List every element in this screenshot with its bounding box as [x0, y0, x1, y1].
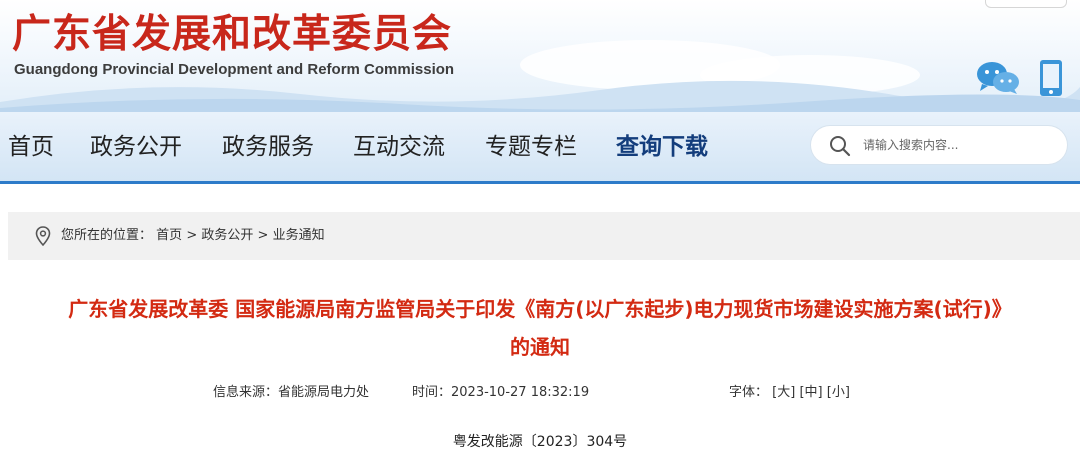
top-utility-button[interactable]	[985, 0, 1067, 8]
article-source: 信息来源：省能源局电力处	[213, 383, 369, 403]
main-nav: 首页 政务公开 政务服务 互动交流 专题专栏 查询下载	[0, 112, 1080, 184]
nav-item-interaction[interactable]: 互动交流	[353, 131, 445, 163]
site-logo-en: Guangdong Provincial Development and Ref…	[14, 61, 455, 78]
breadcrumb-home[interactable]: 首页	[156, 228, 182, 243]
article-title-line: 广东省发展改革委 国家能源局南方监管局关于印发《南方(以广东起步)电力现货市场建…	[68, 297, 1012, 321]
nav-item-special-topics[interactable]: 专题专栏	[485, 131, 577, 163]
wechat-icon[interactable]	[976, 60, 1020, 96]
breadcrumb-business-notice[interactable]: 业务通知	[273, 228, 325, 243]
nav-item-home[interactable]: 首页	[8, 131, 54, 163]
search-icon[interactable]	[829, 135, 851, 157]
search-input[interactable]	[863, 132, 1053, 158]
breadcrumb-government-affairs-open[interactable]: 政务公开	[201, 228, 253, 243]
site-header: 广东省发展和改革委员会 Guangdong Provincial Develop…	[0, 0, 1080, 112]
time-label: 时间：	[412, 385, 452, 400]
font-size-large-button[interactable]: [大]	[772, 385, 795, 400]
nav-item-government-affairs-open[interactable]: 政务公开	[90, 131, 182, 163]
article-title-line: 的通知	[510, 335, 570, 359]
time-value: 2023-10-27 18:32:19	[451, 385, 590, 400]
breadcrumb-prefix: 您所在的位置：	[61, 228, 153, 243]
document-number: 粤发改能源〔2023〕304号	[452, 434, 628, 450]
font-size-label: 字体：	[729, 385, 769, 400]
font-size-controls: 字体： [大] [中] [小]	[729, 383, 850, 403]
breadcrumb-separator: >	[186, 228, 198, 243]
article-title: 广东省发展改革委 国家能源局南方监管局关于印发《南方(以广东起步)电力现货市场建…	[0, 290, 1080, 366]
article-time: 时间：2023-10-27 18:32:19	[412, 383, 589, 403]
breadcrumb-separator: >	[257, 228, 269, 243]
font-size-small-button[interactable]: [小]	[827, 385, 850, 400]
nav-item-government-services[interactable]: 政务服务	[222, 131, 314, 163]
mobile-icon[interactable]	[1039, 59, 1063, 97]
breadcrumb: 您所在的位置： 首页 > 政务公开 > 业务通知	[8, 212, 1080, 260]
font-size-medium-button[interactable]: [中]	[799, 385, 822, 400]
site-logo-cn[interactable]: 广东省发展和改革委员会	[12, 12, 452, 58]
source-value: 省能源局电力处	[278, 385, 370, 400]
nav-item-query-download[interactable]: 查询下载	[616, 131, 708, 163]
source-label: 信息来源：	[213, 385, 279, 400]
search-box	[811, 126, 1067, 164]
location-pin-icon	[35, 226, 51, 246]
